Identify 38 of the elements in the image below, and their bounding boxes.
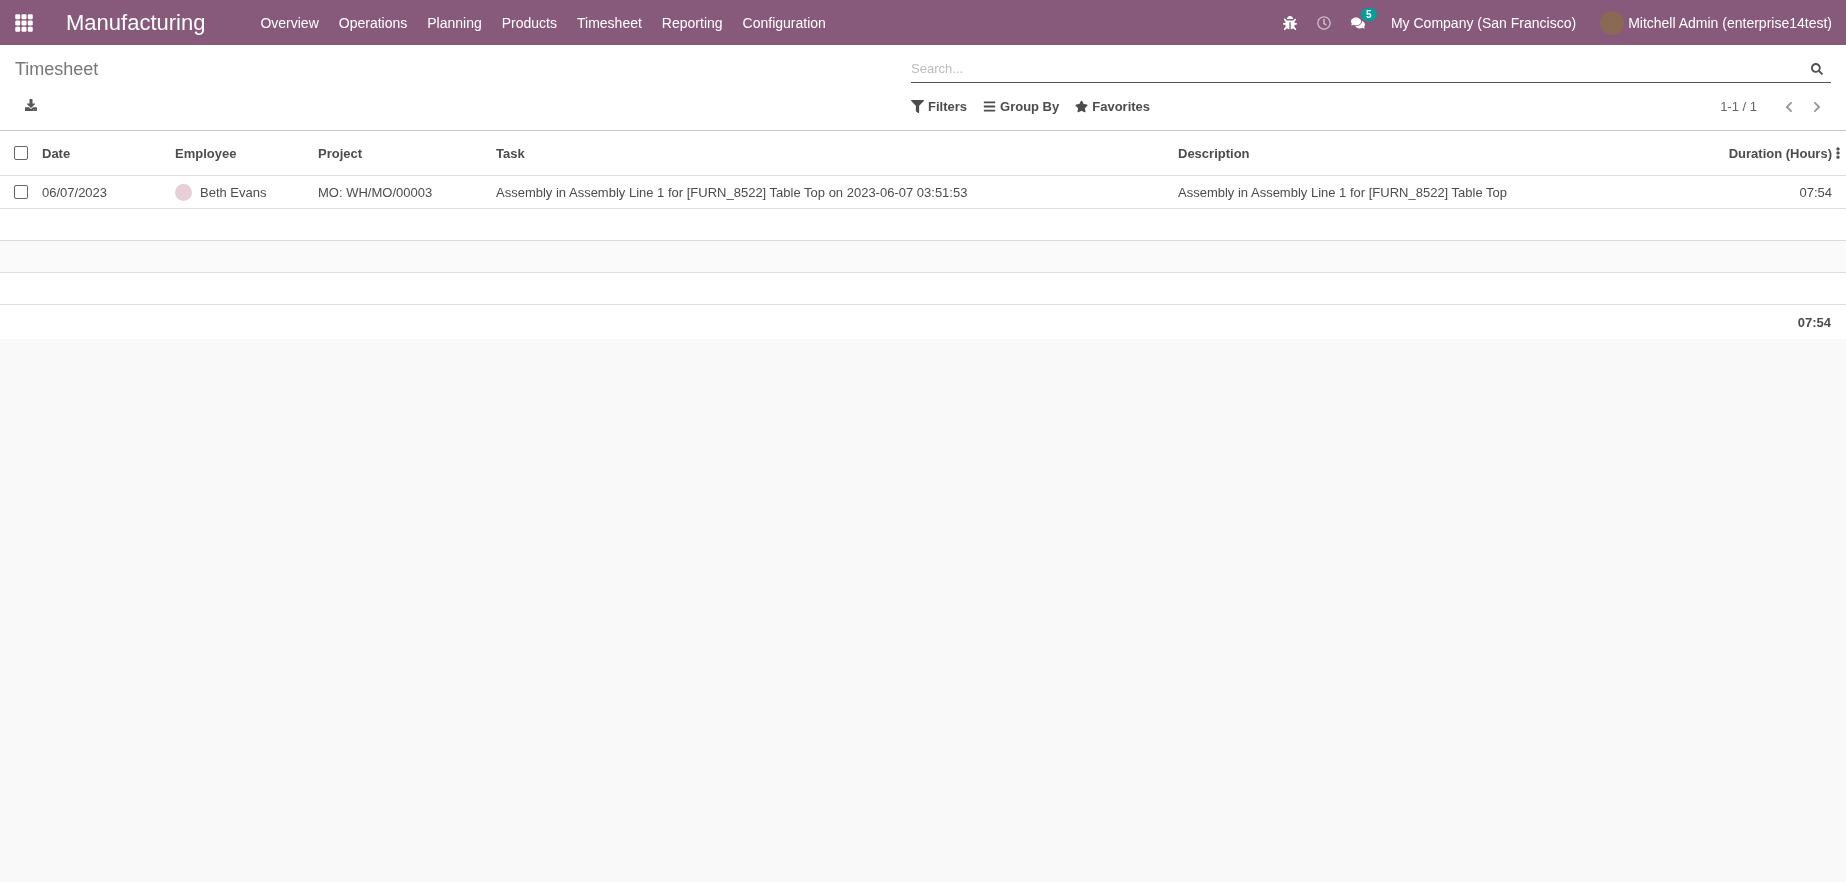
column-header[interactable]: Description	[1178, 145, 1672, 161]
menu-item[interactable]: Reporting	[651, 14, 733, 31]
filter-icon	[911, 100, 924, 113]
list-icon	[983, 100, 996, 113]
menu-item[interactable]: Timesheet	[567, 14, 652, 31]
row-checkbox[interactable]	[14, 185, 28, 199]
column-header[interactable]: Date	[42, 145, 175, 161]
search-option-button[interactable]: Filters	[911, 95, 975, 118]
user-menu[interactable]: Mitchell Admin (enterprise14test)	[1628, 14, 1832, 31]
search-option-button[interactable]: Favorites	[1075, 95, 1159, 118]
menu-item[interactable]: Operations	[328, 14, 418, 31]
app-name: Manufacturing	[66, 9, 206, 36]
search-option-button[interactable]: Group By	[983, 95, 1068, 118]
column-header[interactable]: Task	[496, 145, 1178, 161]
column-header[interactable]: Project	[318, 145, 496, 161]
company-switcher[interactable]: My Company (San Francisco)	[1390, 14, 1577, 31]
select-all-checkbox[interactable]	[14, 146, 28, 160]
bug-icon[interactable]	[1282, 15, 1297, 30]
total-duration: 07:54	[1797, 314, 1831, 330]
table-cell-text: 07:54	[1798, 184, 1832, 200]
table-cell-text: Assembly in Assembly Line 1 for [FURN_8522] Table Top	[1178, 184, 1509, 200]
table-cell: Beth Evans	[200, 184, 267, 200]
column-header[interactable]: Duration (Hours)	[1672, 145, 1832, 161]
employee-avatar	[175, 183, 192, 201]
apps-menu-icon[interactable]	[14, 12, 34, 33]
menu-item[interactable]: Configuration	[732, 14, 836, 31]
menu-item[interactable]: Products	[491, 14, 567, 31]
column-header[interactable]: Employee	[175, 145, 318, 161]
clock-icon[interactable]	[1316, 15, 1331, 30]
menu-item[interactable]: Overview	[250, 14, 329, 31]
table-cell-text: 06/07/2023	[42, 184, 109, 200]
table-cell-text: Assembly in Assembly Line 1 for [FURN_8522] Table Top on 2023-06-07 03:51:53	[496, 184, 969, 200]
message-count: 5	[1360, 7, 1377, 21]
menu-item[interactable]: Planning	[417, 14, 492, 31]
table-cell-text: MO: WH/MO/00003	[318, 184, 434, 200]
chat-icon[interactable]	[1350, 15, 1365, 30]
star-icon	[1075, 100, 1089, 113]
pager-value: 1-1 / 1	[1720, 99, 1757, 114]
